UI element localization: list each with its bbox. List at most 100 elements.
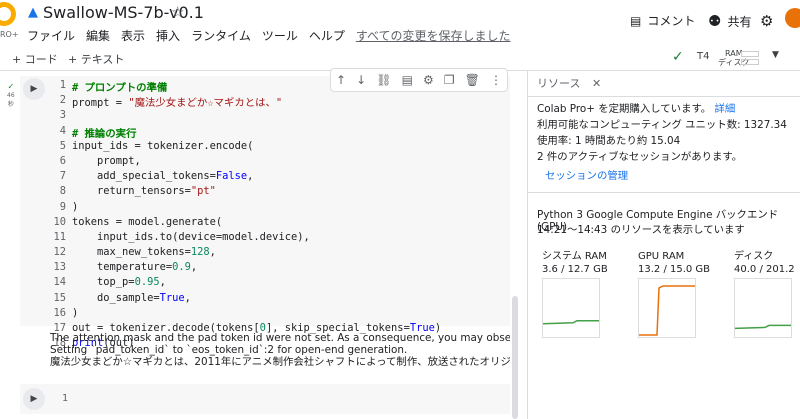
cell-toolbar: ↑ ↓ ⛓ ▤ ⚙ ❐ 🗑 ⋮ bbox=[330, 68, 508, 92]
code-text: return_tensors="pt" bbox=[72, 185, 216, 198]
code-editor[interactable]: 1 # プロンプトの準備 2 prompt = "魔法少女まどか☆マギカとは、" 3 4 #… bbox=[52, 79, 441, 352]
runtime-dropdown-icon[interactable]: ▼ bbox=[772, 50, 779, 60]
active-sessions-text: 2 件のアクティブなセッションがあります。 bbox=[537, 151, 743, 163]
save-status-link[interactable]: すべての変更を保存しました bbox=[356, 27, 511, 44]
comment-button[interactable]: ▤ コメント bbox=[630, 12, 695, 29]
menu-item[interactable]: 挿入 bbox=[156, 27, 180, 44]
output-line: 魔法少女まどか☆マギカとは、2011年にアニメ制作会社シャフトによって制作、放送… bbox=[50, 356, 510, 368]
line-number: 14 bbox=[53, 276, 66, 289]
code-line: 16) bbox=[52, 307, 441, 322]
line-number: 1 bbox=[62, 393, 69, 404]
run-cell-button-2[interactable]: ▶ bbox=[23, 388, 45, 410]
pro-subscription-text: Colab Pro+ を定期購入しています。 詳細 bbox=[537, 100, 735, 115]
line-number: 11 bbox=[53, 230, 66, 243]
menu-item[interactable]: ファイル bbox=[27, 27, 75, 44]
add-code-button[interactable]: + コード bbox=[12, 51, 58, 67]
gauge-title: GPU RAM bbox=[638, 251, 685, 262]
execution-info: ✓ 46 秒 bbox=[7, 82, 15, 109]
gauge-title: システム RAM bbox=[542, 251, 607, 262]
colab-window: RO+ ▲ Swallow-MS-7b-v0.1 ☆ ファイル 編集 表示 挿入 ランタ… bbox=[0, 0, 800, 419]
code-text: input_ids = tokenizer.encode( bbox=[72, 139, 254, 152]
gauge-label: GPU RAM 13.2 / 15.0 GB bbox=[638, 250, 710, 276]
code-line: 12 max_new_tokens=128, bbox=[52, 246, 441, 261]
code-cell-empty[interactable] bbox=[20, 384, 510, 414]
comment-label: コメント bbox=[647, 14, 696, 28]
menu-bar: ファイル 編集 表示 挿入 ランタイム ツール ヘルプ すべての変更を保存しました bbox=[27, 27, 522, 44]
usage-graph bbox=[734, 278, 792, 338]
execution-time-unit: 秒 bbox=[7, 101, 14, 108]
account-avatar[interactable] bbox=[785, 8, 800, 28]
cell-settings-icon[interactable]: ⚙ bbox=[423, 73, 434, 87]
usage-line bbox=[734, 324, 791, 330]
code-line: 2 prompt = "魔法少女まどか☆マギカとは、" bbox=[52, 94, 441, 109]
close-tab-icon[interactable]: ✕ bbox=[592, 77, 601, 90]
gauge-title: ディスク bbox=[734, 251, 774, 262]
connected-check-icon: ✓ bbox=[672, 49, 684, 65]
resources-tab-label: リソース bbox=[537, 77, 581, 90]
add-text-button[interactable]: + テキスト bbox=[68, 51, 124, 67]
code-text: prompt, bbox=[72, 154, 141, 167]
gauge-label: システム RAM 3.6 / 12.7 GB bbox=[542, 250, 608, 276]
line-number: 15 bbox=[53, 291, 66, 304]
delete-icon[interactable]: 🗑 bbox=[465, 73, 480, 87]
ram-mini-meter bbox=[741, 51, 759, 57]
output-line: Setting `pad_token_id` to `eos_token_id`… bbox=[50, 344, 408, 356]
code-text: ) bbox=[72, 200, 79, 213]
code-text: input_ids.to(device=model.device), bbox=[72, 230, 310, 243]
menu-item[interactable]: ランタイム bbox=[191, 27, 251, 44]
line-number: 13 bbox=[53, 261, 66, 274]
code-line: 9) bbox=[52, 201, 441, 216]
menu-item[interactable]: ツール bbox=[262, 27, 298, 44]
mirror-cell-icon[interactable]: ❐ bbox=[444, 73, 455, 87]
line-number: 1 bbox=[59, 79, 66, 91]
move-up-icon[interactable]: ↑ bbox=[336, 73, 346, 87]
settings-gear-icon[interactable]: ⚙ bbox=[760, 12, 773, 30]
runtime-gpu-label[interactable]: T4 bbox=[697, 51, 709, 62]
time-range-text: 14:21～14:43 のリソースを表示しています bbox=[537, 224, 745, 236]
more-options-icon[interactable]: ⋮ bbox=[490, 73, 502, 87]
execution-time: 46 bbox=[7, 92, 15, 99]
code-line: 5 input_ids = tokenizer.encode( bbox=[52, 140, 441, 155]
details-link[interactable]: 詳細 bbox=[715, 103, 736, 115]
menu-item[interactable]: ヘルプ bbox=[309, 27, 345, 44]
line-number: 7 bbox=[59, 170, 66, 183]
usage-line bbox=[639, 285, 695, 336]
usage-graph bbox=[542, 278, 600, 338]
menu-item[interactable]: 表示 bbox=[121, 27, 145, 44]
share-label: 共有 bbox=[727, 14, 752, 29]
code-line: 10 tokens = model.generate( bbox=[52, 216, 441, 231]
colab-logo-icon[interactable] bbox=[0, 2, 16, 26]
line-number: 8 bbox=[59, 185, 66, 198]
usage-graph bbox=[638, 278, 696, 338]
code-text: temperature=0.9, bbox=[72, 261, 198, 274]
line-number: 9 bbox=[59, 200, 66, 213]
code-line: 8 return_tensors="pt" bbox=[52, 185, 441, 200]
run-cell-button[interactable]: ▶ bbox=[23, 78, 45, 100]
panel-tab-divider bbox=[527, 96, 800, 97]
star-icon[interactable]: ☆ bbox=[171, 3, 184, 21]
drive-icon[interactable]: ▲ bbox=[28, 5, 38, 20]
code-text: top_p=0.95, bbox=[72, 276, 166, 289]
code-text: # プロンプトの準備 bbox=[72, 82, 168, 94]
move-down-icon[interactable]: ↓ bbox=[356, 73, 366, 87]
code-line: 11 input_ids.to(device=model.device), bbox=[52, 231, 441, 246]
code-text: add_special_tokens=False, bbox=[72, 170, 254, 183]
compute-units-text: 利用可能なコンピューティング ユニット数: 1327.34 bbox=[537, 119, 787, 131]
menu-item[interactable]: 編集 bbox=[86, 27, 110, 44]
code-line: 4 # 推論の実行 bbox=[52, 125, 441, 140]
share-people-icon: ⚉ bbox=[708, 12, 722, 30]
line-number: 16 bbox=[53, 306, 66, 319]
code-line: 7 add_special_tokens=False, bbox=[52, 170, 441, 185]
line-number: 5 bbox=[59, 139, 66, 152]
resources-tab[interactable]: リソース ✕ bbox=[537, 75, 601, 91]
line-number: 4 bbox=[59, 124, 66, 137]
link-icon[interactable]: ⛓ bbox=[376, 73, 391, 87]
share-button[interactable]: ⚉ 共有 bbox=[708, 12, 751, 30]
panel-section-divider bbox=[527, 192, 800, 193]
output-line: The attention mask and the pad token id … bbox=[50, 332, 510, 344]
manage-sessions-link[interactable]: セッションの管理 bbox=[545, 167, 628, 182]
notebook-scrollbar[interactable] bbox=[512, 296, 518, 419]
code-text: max_new_tokens=128, bbox=[72, 246, 216, 259]
comment-cell-icon[interactable]: ▤ bbox=[402, 73, 413, 87]
code-line: 15 do_sample=True, bbox=[52, 292, 441, 307]
